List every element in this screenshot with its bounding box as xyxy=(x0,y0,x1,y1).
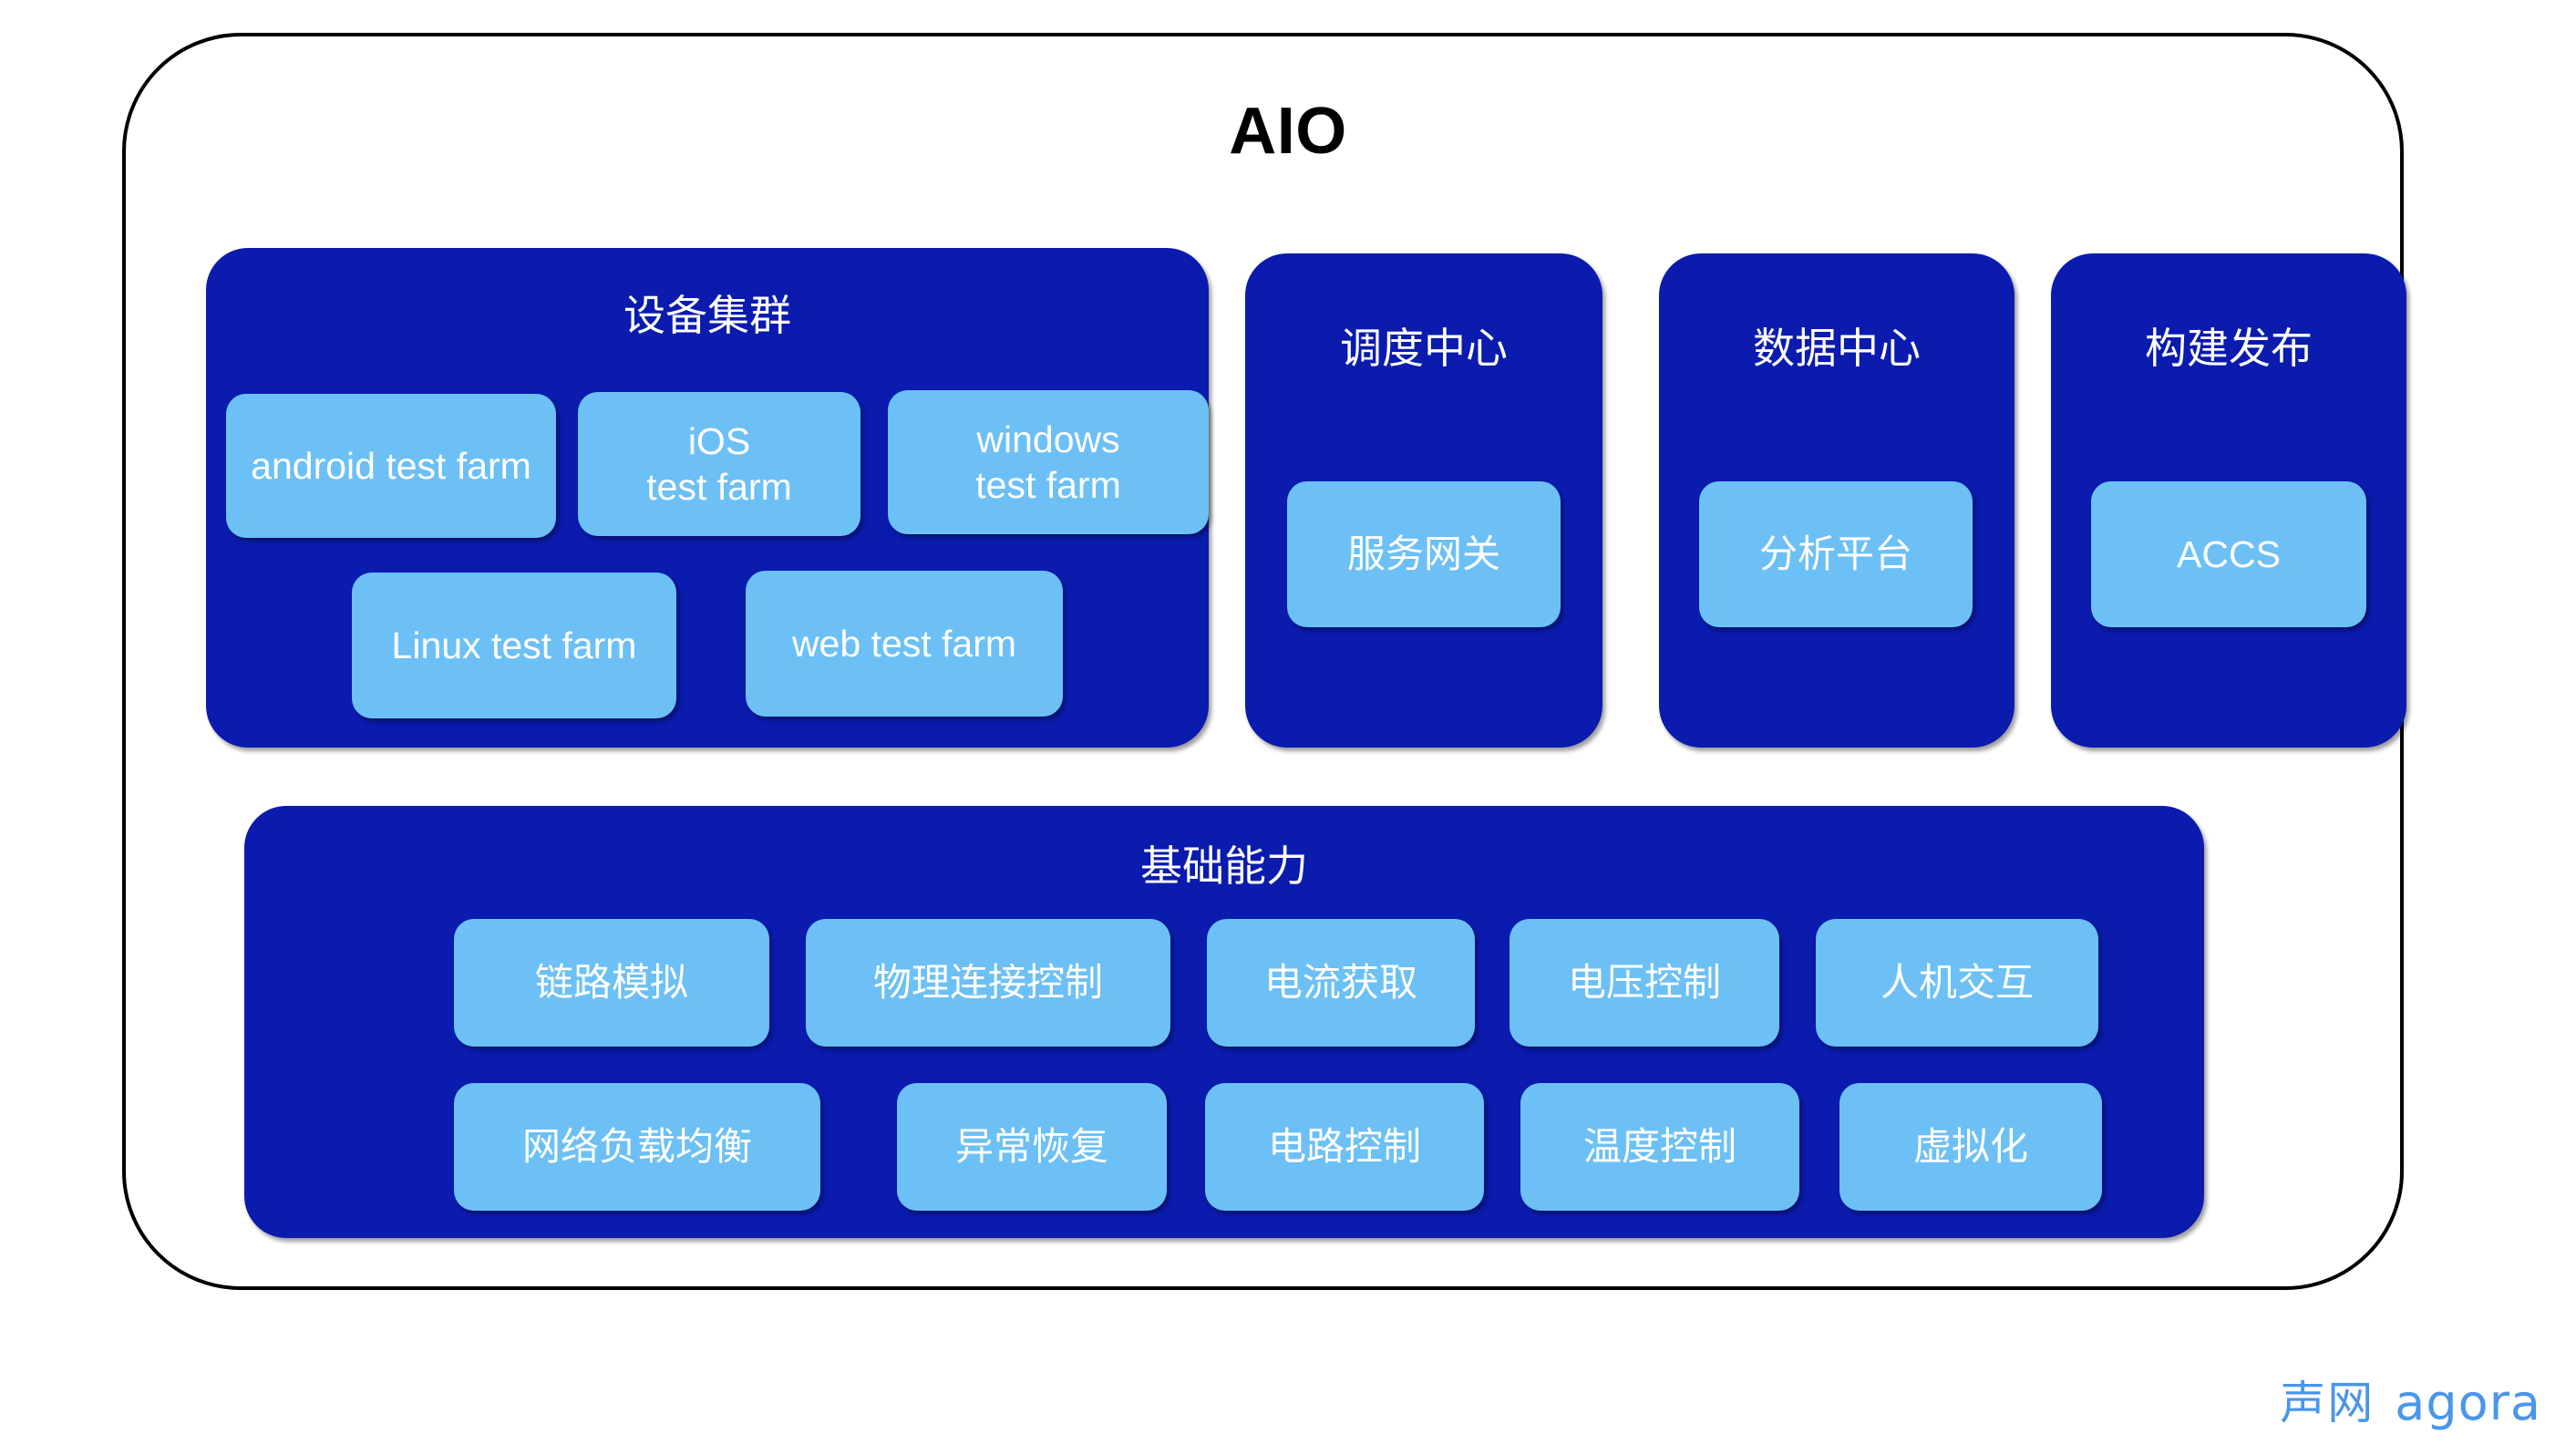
card-analysis-platform[interactable]: 分析平台 xyxy=(1699,481,1973,627)
card-android-test-farm[interactable]: android test farm xyxy=(226,394,556,538)
card-linux-test-farm[interactable]: Linux test farm xyxy=(352,573,676,718)
card-label: 物理连接控制 xyxy=(872,960,1103,1006)
panel-title-device-cluster: 设备集群 xyxy=(623,291,791,340)
panel-title-build-release: 构建发布 xyxy=(2145,324,2313,373)
logo-chinese-wordmark: 声网 xyxy=(2280,1377,2375,1429)
card-label: android test farm xyxy=(251,444,531,487)
card-voltage-control[interactable]: 电压控制 xyxy=(1510,919,1779,1047)
panel-title-data-center: 数据中心 xyxy=(1753,324,1921,373)
card-label: 人机交互 xyxy=(1880,960,2034,1006)
panel-title-scheduling-center: 调度中心 xyxy=(1340,324,1508,373)
card-label: Linux test farm xyxy=(391,624,637,666)
card-label: web test farm xyxy=(791,622,1017,665)
card-label: iOS test farm xyxy=(646,419,792,508)
card-label: 分析平台 xyxy=(1758,531,1912,577)
card-web-test-farm[interactable]: web test farm xyxy=(746,571,1063,717)
card-physical-connection-control[interactable]: 物理连接控制 xyxy=(806,919,1170,1047)
card-label: 网络负载均衡 xyxy=(521,1124,752,1170)
card-current-acquisition[interactable]: 电流获取 xyxy=(1207,919,1475,1047)
card-label: 异常恢复 xyxy=(954,1124,1108,1170)
agora-logo: 声网 agora xyxy=(2280,1378,2541,1428)
card-label: 电路控制 xyxy=(1267,1124,1421,1170)
logo-latin-wordmark: agora xyxy=(2395,1374,2541,1431)
card-ios-test-farm[interactable]: iOS test farm xyxy=(578,392,860,536)
card-exception-recovery[interactable]: 异常恢复 xyxy=(897,1083,1167,1211)
card-label: 电压控制 xyxy=(1567,960,1721,1006)
card-service-gateway[interactable]: 服务网关 xyxy=(1287,481,1561,627)
card-label: 电流获取 xyxy=(1263,960,1417,1006)
panel-title-basic-capability: 基础能力 xyxy=(1140,841,1308,891)
card-label: 温度控制 xyxy=(1582,1124,1736,1170)
card-label: 链路模拟 xyxy=(534,960,688,1006)
card-label: 服务网关 xyxy=(1346,531,1500,577)
card-label: 虚拟化 xyxy=(1912,1124,2028,1170)
card-virtualization[interactable]: 虚拟化 xyxy=(1839,1083,2102,1211)
card-circuit-control[interactable]: 电路控制 xyxy=(1205,1083,1484,1211)
card-label: ACCS xyxy=(2177,532,2281,575)
card-temperature-control[interactable]: 温度控制 xyxy=(1520,1083,1799,1211)
card-network-load-balancing[interactable]: 网络负载均衡 xyxy=(454,1083,820,1211)
card-link-simulation[interactable]: 链路模拟 xyxy=(454,919,769,1047)
diagram-canvas: AIO 设备集群 android test farm iOS test farm… xyxy=(0,0,2576,1455)
card-human-machine-interaction[interactable]: 人机交互 xyxy=(1816,919,2098,1047)
card-windows-test-farm[interactable]: windows test farm xyxy=(888,390,1209,534)
page-title: AIO xyxy=(1229,95,1347,168)
card-accs[interactable]: ACCS xyxy=(2091,481,2366,627)
card-label: windows test farm xyxy=(975,418,1121,506)
